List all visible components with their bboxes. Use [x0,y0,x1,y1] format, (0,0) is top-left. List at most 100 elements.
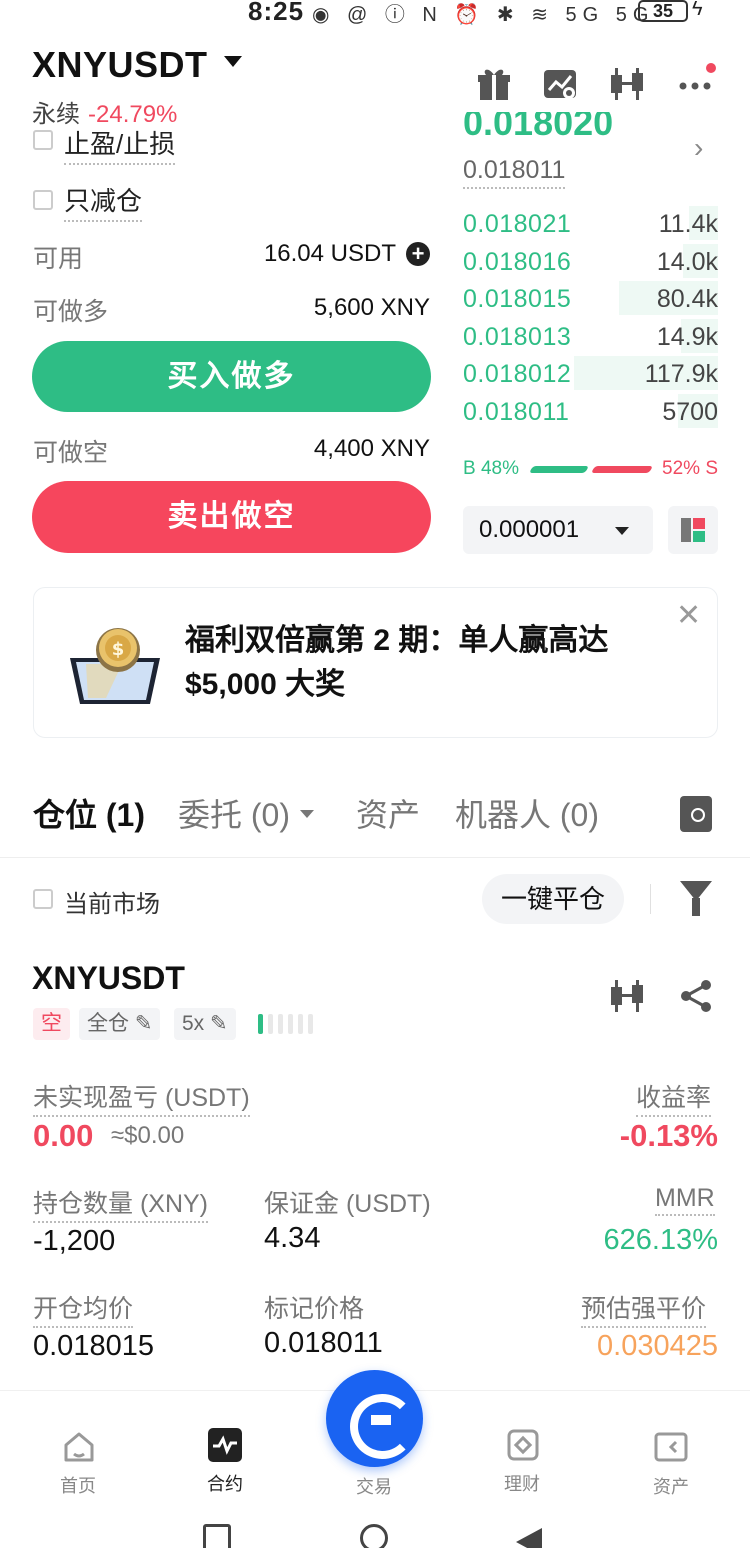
bid-quantity: 14.9k [656,322,718,351]
size-label[interactable]: 持仓数量 (XNY) [33,1184,209,1223]
orderbook-row[interactable]: 0.018012 117.9k [463,356,718,398]
bid-price: 0.018016 [463,247,572,276]
status-bar: 8:25 ◉ @ ⓘ N ⏰ ✱ ≋ 5G 5G 35 ϟ [0,0,750,30]
orderbook-row[interactable]: 0.018016 14.0k [463,243,718,286]
roe-value: -0.13% [619,1118,718,1153]
bid-price: 0.018013 [463,322,572,351]
unrealized-pnl-value: 0.00 [33,1118,94,1153]
nav-futures[interactable]: 合约 [185,1470,265,1496]
futures-icon[interactable] [208,1428,242,1462]
reduce-only-checkbox[interactable] [33,190,53,210]
bid-price: 0.018021 [463,210,572,238]
roe-label[interactable]: 收益率 [636,1078,712,1117]
orderbook-row[interactable]: 0.018013 14.9k [463,318,718,361]
nav-earn[interactable]: 理财 [482,1470,562,1496]
entry-price-label[interactable]: 开仓均价 [33,1289,134,1328]
bid-price: 0.018015 [463,285,572,314]
chart-icon[interactable] [542,66,578,102]
wallet-icon[interactable] [654,1430,688,1464]
size-value: -1,200 [33,1225,116,1257]
status-time: 8:25 [248,0,305,26]
sell-short-button[interactable]: 卖出做空 [32,481,431,553]
bid-quantity: 5700 [662,398,718,426]
sell-ratio-bar [590,466,654,473]
orderbook-layout-icon[interactable] [668,506,718,554]
buy-long-button[interactable]: 买入做多 [32,341,431,412]
orderbook-row[interactable]: 0.018015 80.4k [463,281,718,323]
candlestick-icon[interactable] [610,66,646,102]
home-icon[interactable] [62,1430,96,1464]
history-icon[interactable] [680,796,712,832]
chevron-down-icon[interactable] [224,56,242,67]
trade-icon[interactable] [326,1370,423,1467]
nav-trade[interactable]: 交易 [334,1473,414,1499]
tab-orders[interactable]: 委托 (0) [178,790,290,836]
unrealized-pnl-label[interactable]: 未实现盈亏 (USDT) [33,1078,250,1117]
charging-icon: ϟ [692,0,703,20]
earn-icon[interactable] [506,1428,540,1462]
position-symbol[interactable]: XNYUSDT [32,960,185,997]
liq-price-label[interactable]: 预估强平价 [581,1289,707,1328]
current-market-label[interactable]: 当前市场 [64,884,160,919]
tab-positions[interactable]: 仓位 (1) [33,790,145,836]
chevron-right-icon[interactable]: › [694,132,703,164]
close-all-button[interactable]: 一键平仓 [482,874,624,924]
mmr-label[interactable]: MMR [655,1184,715,1216]
sell-ratio: 52% S [662,458,718,479]
home-button-icon[interactable] [360,1524,388,1548]
add-funds-icon[interactable]: + [406,242,430,266]
tab-bots[interactable]: 机器人 (0) [455,790,599,836]
side-tag: 空 [33,1008,70,1040]
chevron-down-icon [615,527,629,535]
chevron-down-icon[interactable] [300,810,314,818]
tab-divider [0,857,750,858]
edit-icon: ✎ [134,1012,153,1035]
share-icon[interactable] [678,978,714,1014]
back-icon[interactable] [516,1528,542,1548]
margin-mode-label: 全仓 [87,1012,129,1035]
risk-level-bars [258,1014,318,1034]
bid-quantity: 117.9k [644,360,718,389]
mark-price: 0.018011 [463,156,566,189]
nav-home[interactable]: 首页 [38,1472,118,1498]
tp-sl-checkbox[interactable] [33,130,53,150]
nav-assets[interactable]: 资产 [631,1473,711,1499]
bid-price: 0.018011 [463,398,570,426]
bid-quantity: 11.4k [658,210,718,238]
status-icons: ◉ @ ⓘ N ⏰ ✱ ≋ 5G 5G [312,4,655,26]
liq-price-value: 0.030425 [597,1330,718,1362]
tab-assets[interactable]: 资产 [356,790,420,836]
orderbook-row[interactable]: 0.018011 5700 [463,394,718,436]
symbol-title[interactable]: XNYUSDT [32,44,208,86]
candlestick-icon[interactable] [610,978,646,1014]
promo-text: 福利双倍赢第 2 期：单人赢高达 $5,000 大奖 [185,624,609,701]
close-icon[interactable]: ✕ [676,598,701,633]
separator [650,884,651,914]
edit-icon: ✎ [210,1012,228,1035]
can-long-value: 5,600 XNY [313,294,430,321]
buy-ratio: B 48% [463,458,519,479]
margin-value: 4.34 [264,1222,321,1254]
unrealized-pnl-usd: ≈$0.00 [111,1122,185,1149]
leverage-label: 5x [182,1012,205,1035]
margin-label: 保证金 (USDT) [264,1190,431,1218]
available-label: 可用 [33,245,84,273]
recent-apps-icon[interactable] [203,1524,231,1548]
mark-price-value: 0.018011 [264,1327,383,1359]
can-long-label: 可做多 [33,298,109,326]
can-short-label: 可做空 [33,439,109,467]
precision-select[interactable]: 0.000001 [463,506,653,554]
reduce-only-label[interactable]: 只减仓 [64,181,143,222]
bid-quantity: 14.0k [656,247,718,276]
buy-sell-ratio: B 48% 52% S [463,458,718,482]
precision-value: 0.000001 [479,516,580,543]
gift-icon[interactable] [476,66,512,102]
orderbook-row[interactable]: 0.018021 11.4k [463,206,718,248]
leverage-tag[interactable]: 5x ✎ [174,1008,236,1040]
current-market-checkbox[interactable] [33,889,53,909]
mark-price-label: 标记价格 [264,1295,365,1323]
last-price: 0.018020 [463,112,614,142]
tp-sl-label[interactable]: 止盈/止损 [64,124,176,165]
margin-mode-tag[interactable]: 全仓 ✎ [79,1008,161,1040]
bid-quantity: 80.4k [656,285,718,314]
